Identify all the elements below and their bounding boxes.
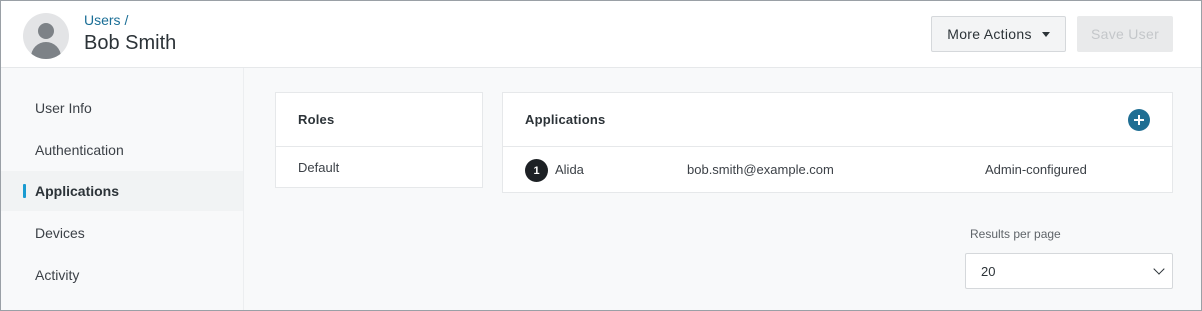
application-type: Admin-configured — [985, 162, 1087, 177]
results-per-page-value: 20 — [981, 264, 996, 279]
applications-title: Applications — [525, 112, 606, 127]
applications-card: Applications 1 Alida bob.smith@example.c… — [502, 92, 1173, 193]
user-avatar-icon — [23, 13, 69, 59]
save-user-button[interactable]: Save User — [1077, 16, 1173, 52]
caret-down-icon — [1041, 31, 1050, 37]
sidebar-item-label: Authentication — [35, 142, 124, 158]
roles-card: Roles Default — [275, 92, 483, 188]
add-application-button[interactable] — [1128, 109, 1150, 131]
sidebar-item-label: Applications — [35, 183, 120, 199]
more-actions-label: More Actions — [947, 26, 1032, 42]
sidebar-item-applications[interactable]: Applications — [1, 171, 243, 211]
results-per-page-select[interactable]: 20 — [965, 253, 1173, 289]
role-item: Default — [298, 160, 340, 175]
page-header: Users / Bob Smith More Actions Save User — [1, 1, 1201, 68]
sidebar-item-devices[interactable]: Devices — [1, 213, 243, 253]
application-number-badge: 1 — [525, 159, 548, 182]
more-actions-button[interactable]: More Actions — [931, 16, 1066, 52]
page-title: Bob Smith — [84, 32, 177, 54]
results-per-page-label: Results per page — [970, 227, 1061, 241]
breadcrumb-separator: / — [124, 12, 129, 28]
sidebar-item-label: User Info — [35, 100, 92, 116]
application-email: bob.smith@example.com — [687, 162, 834, 177]
roles-card-header: Roles — [276, 93, 482, 147]
breadcrumb-users-link[interactable]: Users — [84, 12, 121, 28]
application-row[interactable]: 1 Alida bob.smith@example.com Admin-conf… — [503, 147, 1172, 193]
chevron-down-icon — [1153, 263, 1165, 275]
save-user-label: Save User — [1090, 26, 1160, 42]
roles-title: Roles — [298, 112, 335, 127]
sidebar-item-activity[interactable]: Activity — [1, 255, 243, 295]
sidebar-nav: User Info Authentication Applications De… — [1, 68, 244, 310]
sidebar-item-user-info[interactable]: User Info — [1, 88, 243, 128]
app-window: Users / Bob Smith More Actions Save User… — [0, 0, 1202, 311]
breadcrumb: Users / — [84, 12, 128, 28]
sidebar-item-authentication[interactable]: Authentication — [1, 130, 243, 170]
active-indicator — [23, 184, 26, 198]
applications-card-header: Applications — [503, 93, 1172, 147]
sidebar-item-label: Activity — [35, 267, 80, 283]
sidebar-item-label: Devices — [35, 225, 85, 241]
application-name: Alida — [555, 162, 584, 177]
